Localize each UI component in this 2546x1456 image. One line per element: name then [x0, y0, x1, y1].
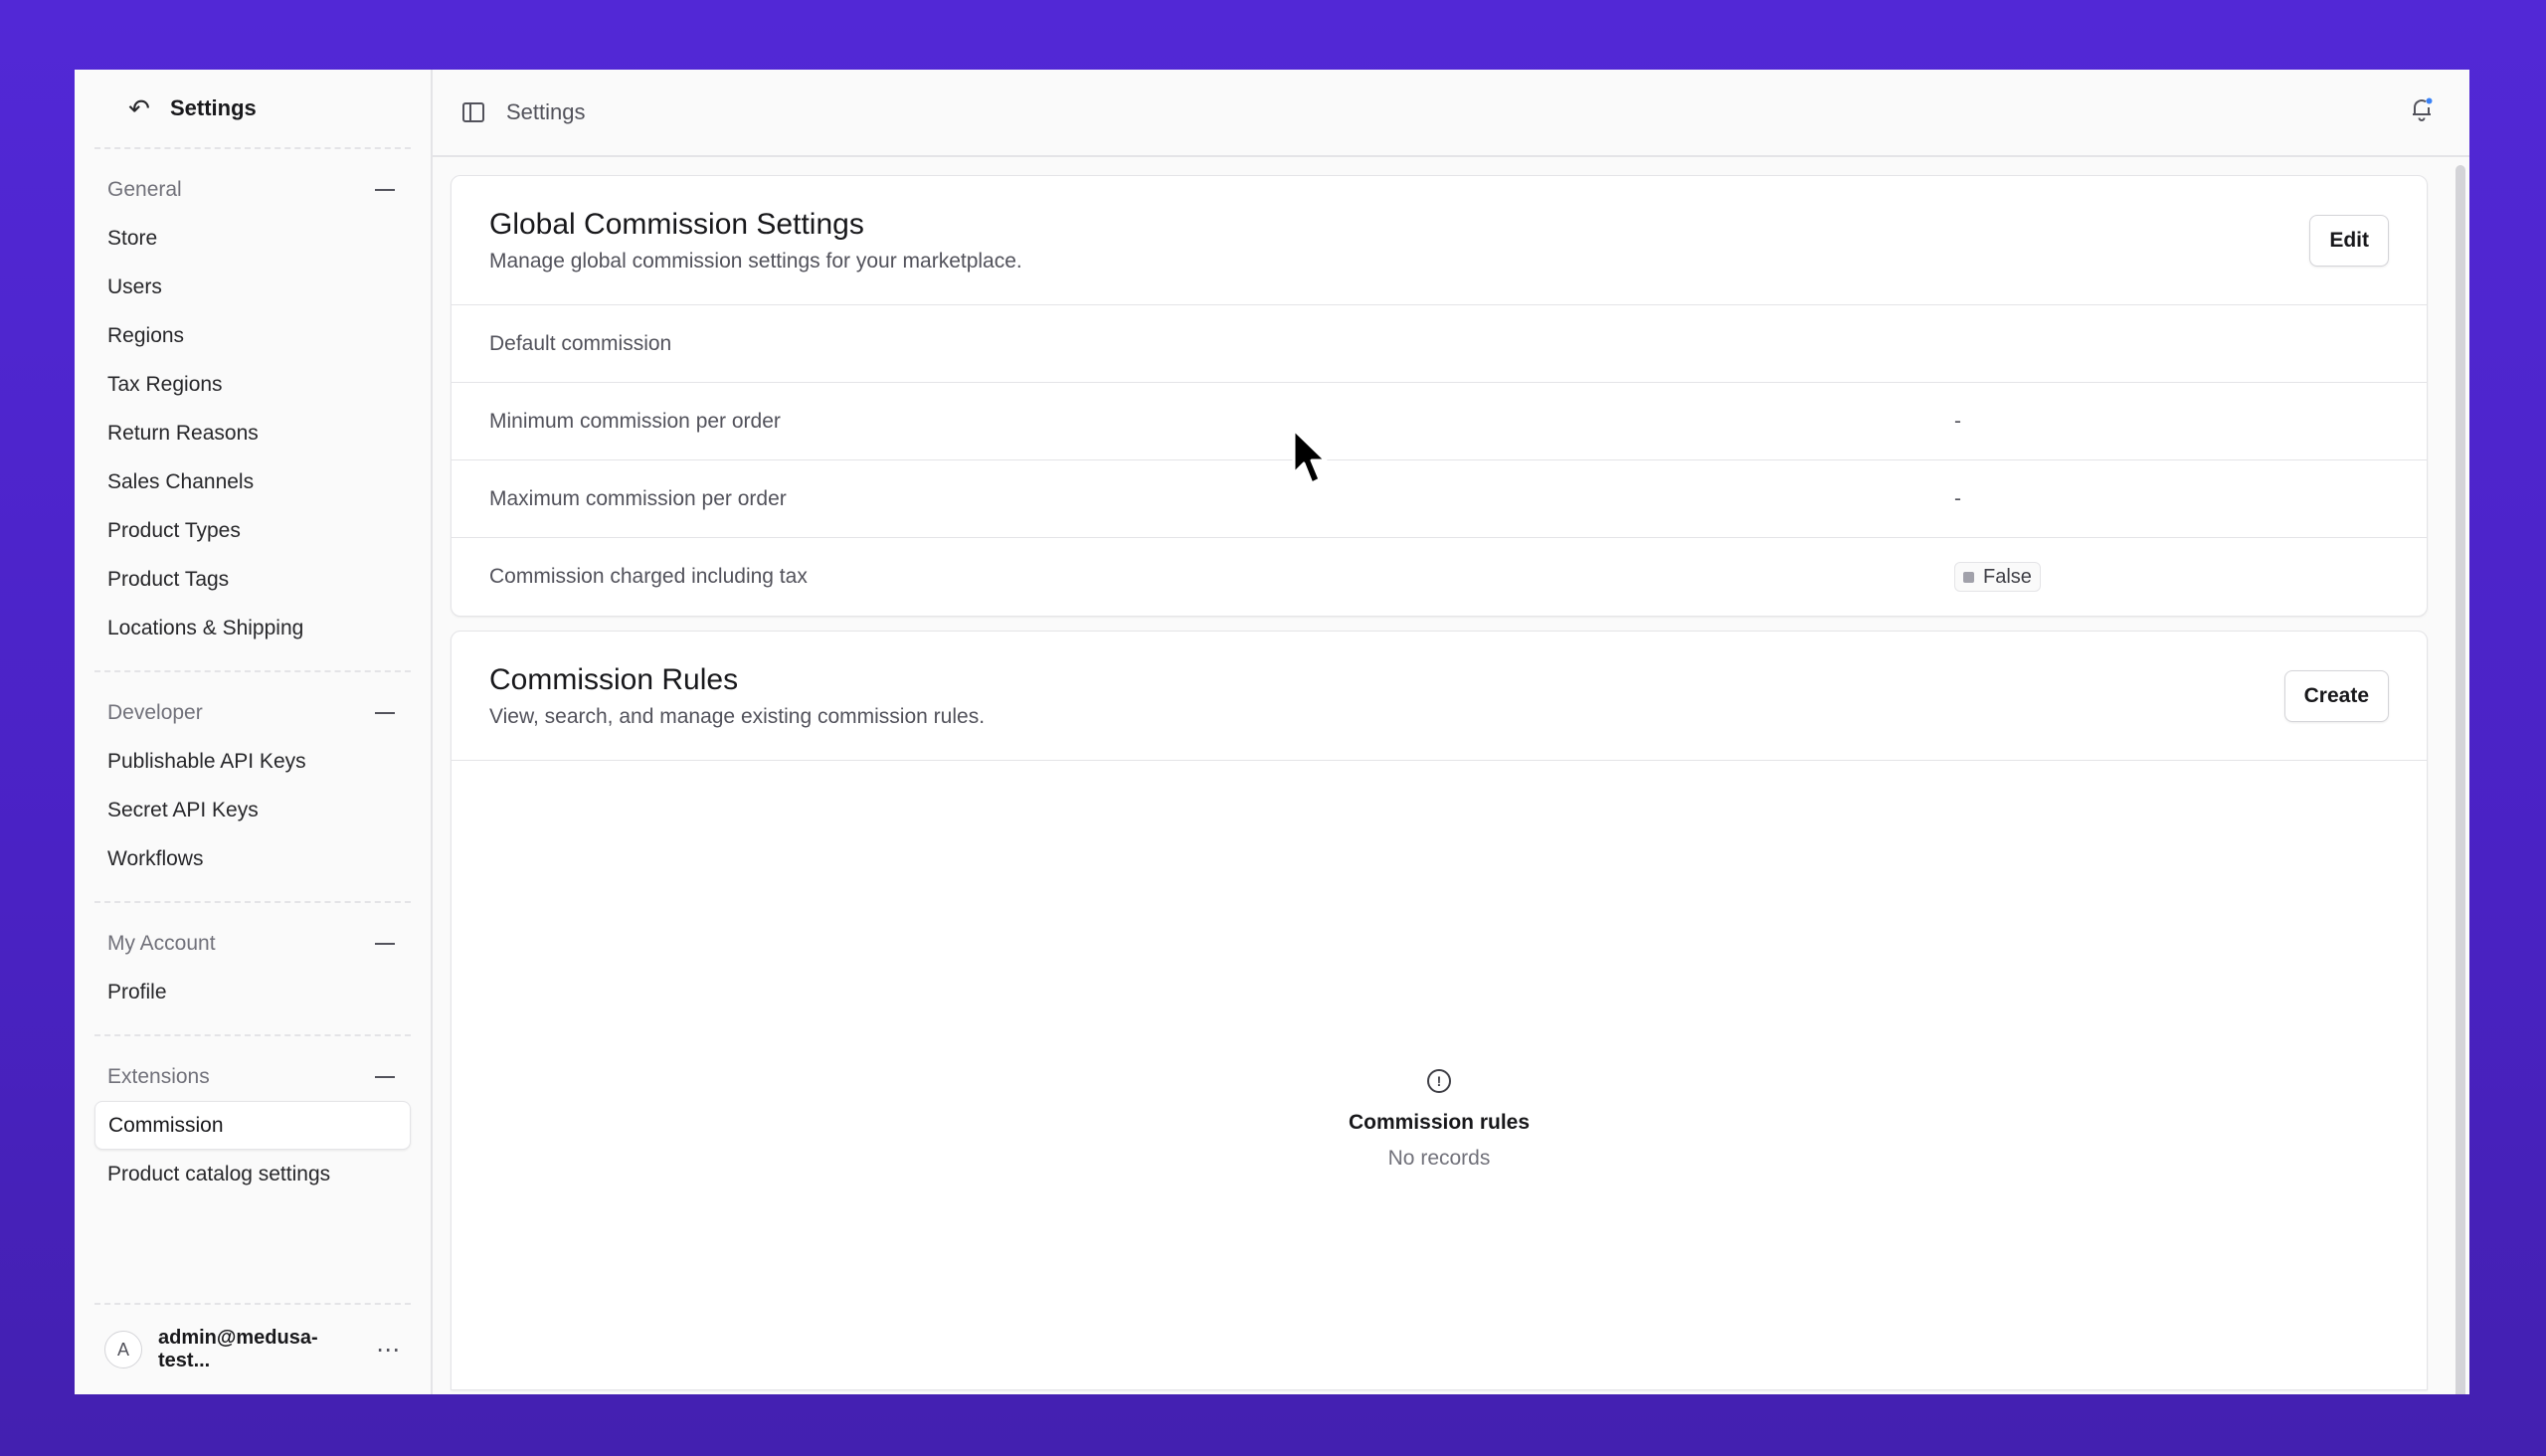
setting-label: Maximum commission per order	[489, 486, 787, 510]
notification-bell-icon[interactable]	[2410, 96, 2434, 129]
sidebar-item-publishable-api-keys[interactable]: Publishable API Keys	[94, 737, 411, 786]
status-dot-icon	[1963, 571, 1974, 583]
scrollbar[interactable]	[2455, 165, 2465, 1394]
setting-row: Minimum commission per order -	[452, 383, 2427, 460]
app-window: ↶ Settings General Store Users Regions T…	[75, 70, 2469, 1394]
topbar: Settings	[433, 70, 2469, 157]
global-commission-card: Global Commission Settings Manage global…	[451, 175, 2428, 617]
user-email: admin@medusa-test...	[158, 1327, 318, 1371]
sidebar-header[interactable]: ↶ Settings	[94, 70, 411, 149]
card-title: Commission Rules	[489, 662, 739, 696]
empty-state-title: Commission rules	[1348, 1111, 1531, 1134]
sidebar-item-commission[interactable]: Commission	[94, 1101, 411, 1150]
sidebar-item-sales-channels[interactable]: Sales Channels	[94, 457, 411, 506]
section-header-developer[interactable]: Developer	[94, 688, 411, 737]
setting-row: Maximum commission per order -	[452, 460, 2427, 538]
avatar: A	[104, 1331, 142, 1368]
sidebar-title: Settings	[170, 95, 257, 120]
collapse-minus-icon[interactable]	[375, 711, 395, 714]
setting-row: Default commission	[452, 305, 2427, 383]
sidebar-item-tax-regions[interactable]: Tax Regions	[94, 360, 411, 409]
status-badge: False	[1954, 562, 2041, 592]
collapse-minus-icon[interactable]	[375, 1075, 395, 1078]
setting-value: -	[1954, 409, 1961, 433]
empty-state-subtitle: No records	[1387, 1147, 1491, 1170]
sidebar-item-return-reasons[interactable]: Return Reasons	[94, 409, 411, 457]
card-title: Global Commission Settings	[489, 207, 864, 241]
card-header: Global Commission Settings Manage global…	[452, 176, 2427, 305]
section-label: General	[107, 177, 182, 201]
setting-label: Commission charged including tax	[489, 565, 808, 588]
create-button[interactable]: Create	[2283, 669, 2389, 722]
setting-value: -	[1954, 486, 1961, 510]
more-options-icon[interactable]: ⋯	[376, 1336, 411, 1365]
collapse-minus-icon[interactable]	[375, 188, 395, 191]
setting-row: Commission charged including tax False	[452, 538, 2427, 616]
sidebar-item-locations-shipping[interactable]: Locations & Shipping	[94, 604, 411, 652]
commission-rules-card: Commission Rules View, search, and manag…	[451, 631, 2428, 1390]
section-label: Developer	[107, 700, 203, 724]
sidebar: ↶ Settings General Store Users Regions T…	[75, 70, 433, 1394]
sidebar-item-product-tags[interactable]: Product Tags	[94, 555, 411, 604]
content: Global Commission Settings Manage global…	[451, 175, 2428, 1394]
edit-button[interactable]: Edit	[2309, 214, 2389, 267]
mouse-cursor-icon	[1292, 428, 1328, 485]
collapse-minus-icon[interactable]	[375, 942, 395, 945]
sidebar-item-store[interactable]: Store	[94, 214, 411, 263]
setting-label: Minimum commission per order	[489, 409, 781, 433]
info-icon: !	[1427, 1069, 1451, 1093]
section-my-account: My Account Profile	[94, 903, 411, 1036]
card-subtitle: View, search, and manage existing commis…	[489, 704, 986, 728]
sidebar-item-product-types[interactable]: Product Types	[94, 506, 411, 555]
sidebar-item-users[interactable]: Users	[94, 263, 411, 311]
setting-label: Default commission	[489, 331, 672, 355]
empty-state: ! Commission rules No records	[452, 761, 2427, 1389]
user-menu[interactable]: A admin@medusa-test... ⋯	[94, 1303, 411, 1394]
sidebar-item-profile[interactable]: Profile	[94, 968, 411, 1016]
status-badge-text: False	[1983, 565, 2032, 588]
sidebar-item-product-catalog-settings[interactable]: Product catalog settings	[94, 1150, 411, 1198]
back-arrow-icon[interactable]: ↶	[126, 93, 152, 124]
card-header: Commission Rules View, search, and manag…	[452, 632, 2427, 761]
sidebar-toggle-icon[interactable]	[462, 102, 484, 122]
bell-icon	[2413, 97, 2433, 121]
section-header-general[interactable]: General	[94, 165, 411, 214]
card-subtitle: Manage global commission settings for yo…	[489, 249, 1022, 273]
section-extensions: Extensions Commission Product catalog se…	[94, 1036, 411, 1216]
breadcrumb: Settings	[506, 99, 586, 124]
section-label: My Account	[107, 931, 216, 955]
section-label: Extensions	[107, 1064, 210, 1088]
section-general: General Store Users Regions Tax Regions …	[94, 149, 411, 672]
sidebar-item-regions[interactable]: Regions	[94, 311, 411, 360]
sidebar-item-secret-api-keys[interactable]: Secret API Keys	[94, 786, 411, 834]
section-header-my-account[interactable]: My Account	[94, 919, 411, 968]
section-header-extensions[interactable]: Extensions	[94, 1052, 411, 1101]
main-area: Settings Global Commission Settings Mana…	[433, 70, 2469, 1394]
section-developer: Developer Publishable API Keys Secret AP…	[94, 672, 411, 903]
sidebar-item-workflows[interactable]: Workflows	[94, 834, 411, 883]
